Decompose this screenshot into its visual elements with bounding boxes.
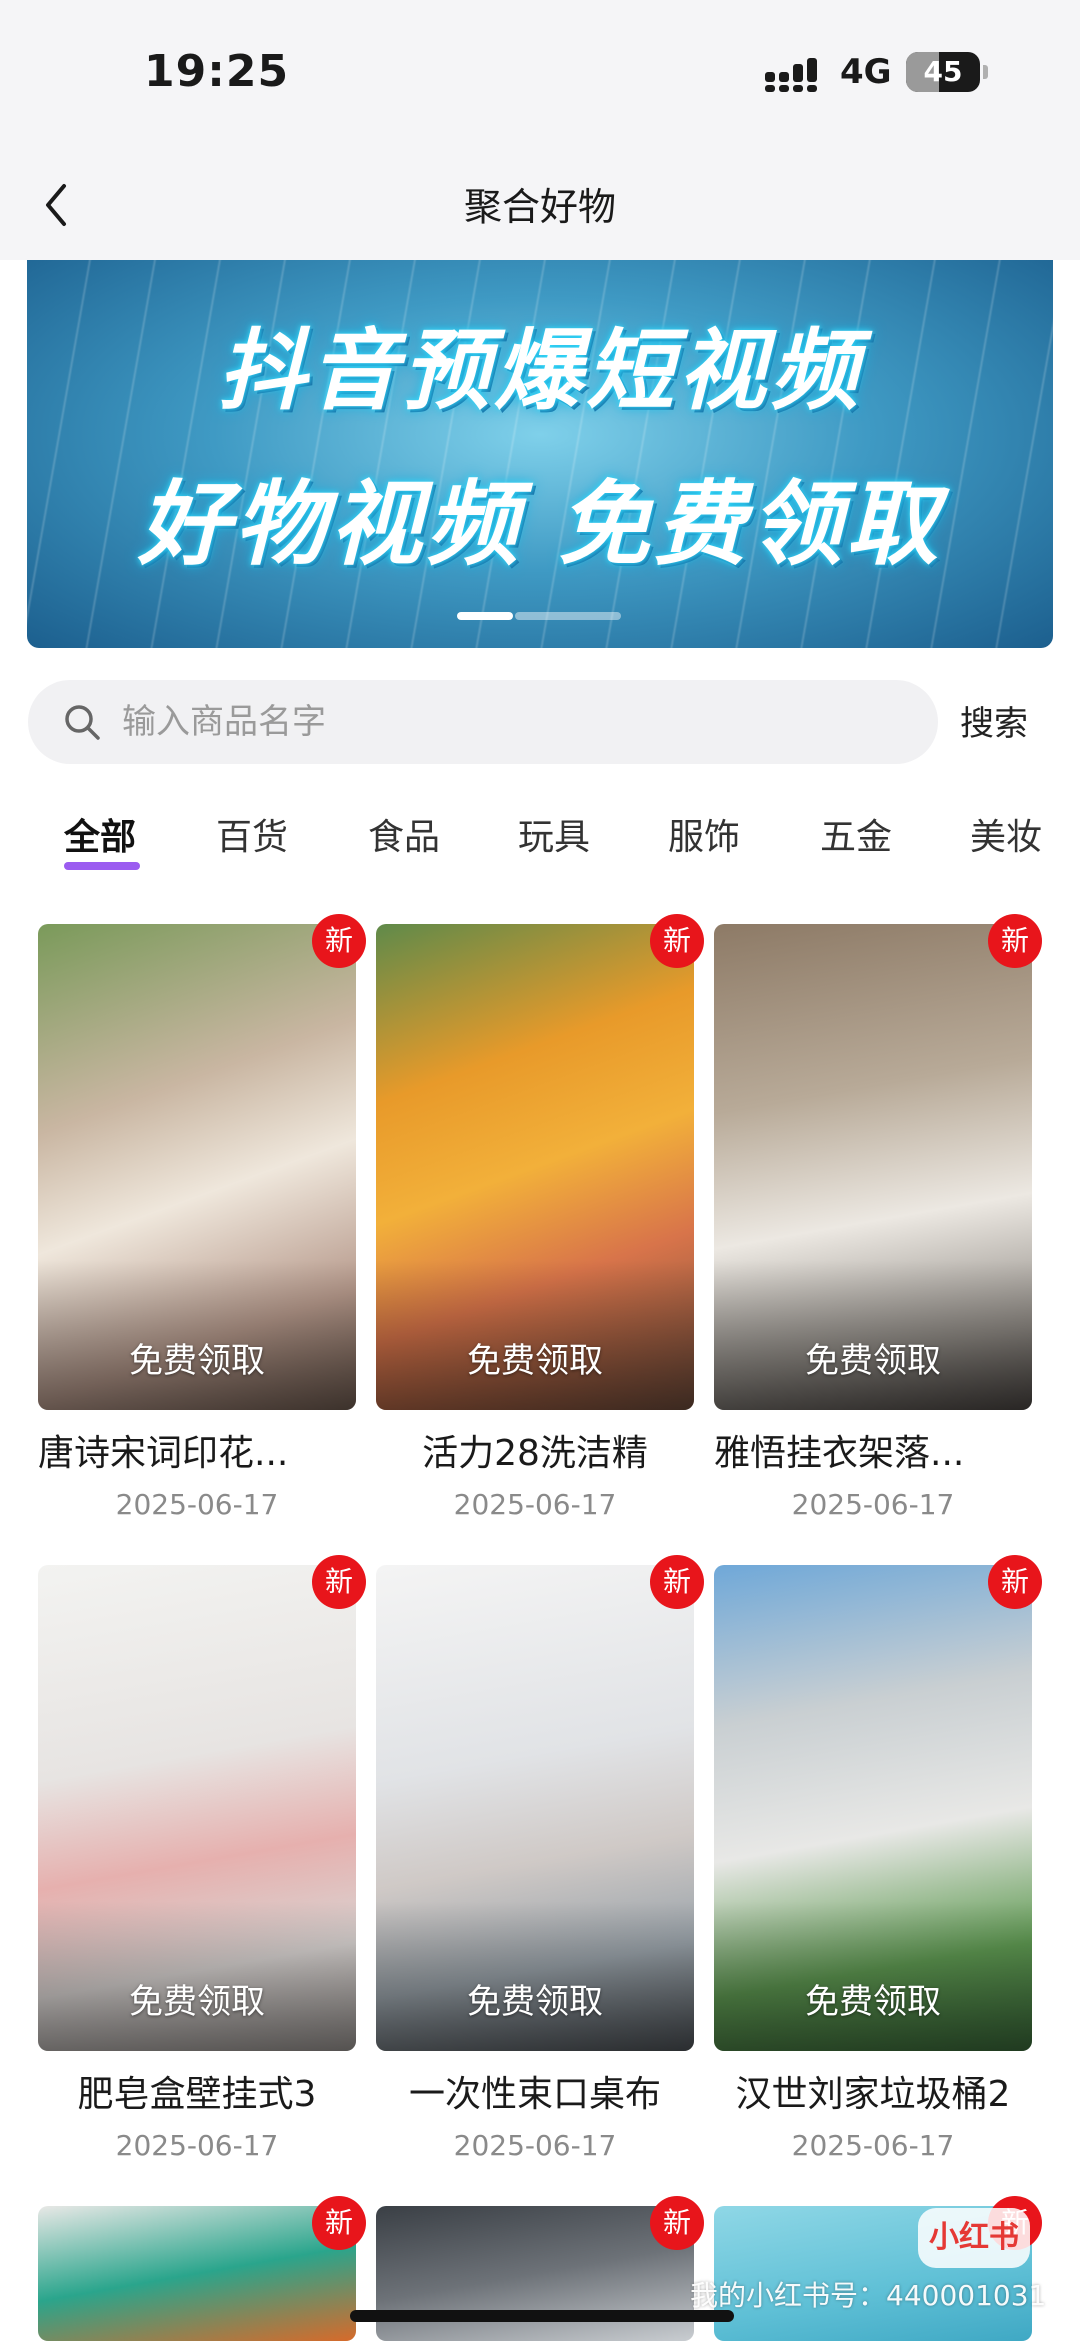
new-badge: 新 (988, 1555, 1042, 1609)
product-thumbnail[interactable]: 免费领取 (38, 1565, 356, 2051)
product-date: 2025-06-17 (453, 1488, 617, 1521)
product-title: 唐诗宋词印花... (38, 1433, 289, 1474)
claim-free-label: 免费领取 (805, 1341, 941, 1381)
status-bar: 19:25 4G 45 (0, 0, 1080, 150)
product-date: 2025-06-17 (115, 2129, 279, 2162)
product-date: 2025-06-17 (791, 2129, 955, 2162)
new-badge: 新 (312, 1555, 366, 1609)
banner-subline: 好物视频 免费领取 (137, 471, 943, 578)
claim-free-label: 免费领取 (805, 1982, 941, 2022)
claim-free-label: 免费领取 (129, 1982, 265, 2022)
new-badge: 新 (312, 2196, 366, 2250)
new-badge: 新 (988, 914, 1042, 968)
banner-dot-active (457, 612, 513, 620)
status-time: 19:25 (144, 46, 290, 97)
product-thumbnail[interactable]: 免费领取 (376, 1565, 694, 2051)
product-date: 2025-06-17 (453, 2129, 617, 2162)
tab-toys[interactable]: 玩具 (518, 808, 590, 860)
product-thumbnail[interactable] (38, 2206, 356, 2341)
banner-headline: 抖音预爆短视频 (217, 319, 862, 422)
product-title: 汉世刘家垃圾桶2 (735, 2074, 1011, 2115)
product-title: 雅悟挂衣架落... (714, 1433, 965, 1474)
tab-general-goods[interactable]: 百货 (216, 808, 288, 860)
product-thumbnail[interactable]: 免费领取 (714, 1565, 1032, 2051)
search-button[interactable]: 搜索 (960, 696, 1028, 745)
claim-free-label: 免费领取 (467, 1341, 603, 1381)
product-title: 一次性束口桌布 (408, 2074, 661, 2115)
watermark-logo: 小红书 (918, 2208, 1030, 2268)
claim-free-label: 免费领取 (467, 1982, 603, 2022)
tab-all[interactable]: 全部 (64, 808, 136, 860)
promo-banner[interactable]: 抖音预爆短视频 好物视频 免费领取 (27, 260, 1053, 648)
banner-dot-track (515, 612, 621, 620)
new-badge: 新 (650, 2196, 704, 2250)
signal-icon (765, 58, 817, 92)
search-input[interactable] (122, 680, 902, 764)
banner-pagination (457, 612, 647, 620)
tab-cosmetics[interactable]: 美妆 (970, 808, 1042, 860)
product-thumbnail[interactable]: 免费领取 (376, 924, 694, 1410)
product-title: 肥皂盒壁挂式3 (77, 2074, 317, 2115)
battery-level: 45 (923, 55, 963, 88)
category-tabs: 全部 百货 食品 玩具 服饰 五金 美妆 (0, 800, 1080, 880)
product-date: 2025-06-17 (115, 1488, 279, 1521)
nav-bar: 聚合好物 (0, 150, 1080, 260)
page-title: 聚合好物 (463, 185, 616, 229)
search-icon (65, 705, 100, 740)
new-badge: 新 (650, 914, 704, 968)
product-date: 2025-06-17 (791, 1488, 955, 1521)
claim-free-label: 免费领取 (129, 1341, 265, 1381)
home-indicator (350, 2310, 734, 2322)
search-box[interactable] (28, 680, 938, 764)
new-badge: 新 (650, 1555, 704, 1609)
watermark-text: 我的小红书号：440001031 (690, 2279, 1047, 2312)
tab-food[interactable]: 食品 (368, 808, 440, 860)
network-type: 4G (840, 52, 892, 92)
tab-hardware[interactable]: 五金 (820, 808, 892, 860)
product-title: 活力28洗洁精 (422, 1433, 648, 1474)
product-thumbnail[interactable]: 免费领取 (38, 924, 356, 1410)
battery-icon: 45 (906, 52, 988, 92)
product-thumbnail[interactable]: 免费领取 (714, 924, 1032, 1410)
tab-apparel[interactable]: 服饰 (668, 808, 740, 860)
active-tab-indicator (64, 862, 140, 870)
new-badge: 新 (312, 914, 366, 968)
